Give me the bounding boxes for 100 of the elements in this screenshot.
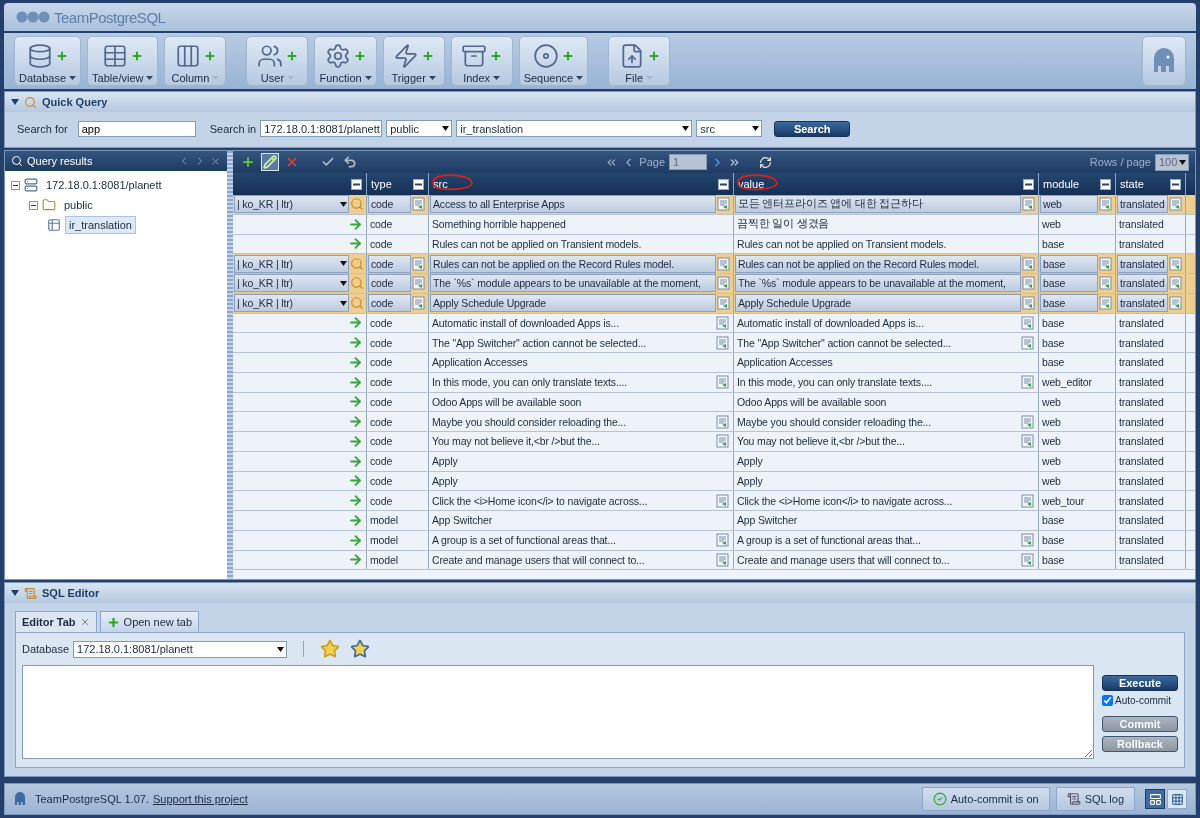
dropdown-arrow-icon[interactable]	[277, 646, 285, 652]
cell-editor[interactable]: Access to all Enterprise Apps	[430, 195, 716, 214]
note-icon[interactable]	[1169, 256, 1183, 271]
note-icon[interactable]	[717, 276, 731, 291]
note-icon[interactable]	[1022, 296, 1036, 311]
dropdown-arrow-icon[interactable]	[340, 261, 347, 267]
select-field[interactable]: src	[696, 120, 763, 137]
note-icon[interactable]	[1099, 197, 1113, 212]
select-field[interactable]: ir_translation	[456, 120, 693, 137]
note-icon[interactable]	[1021, 434, 1035, 449]
note-icon[interactable]	[716, 493, 730, 508]
note-icon[interactable]	[716, 414, 730, 429]
close-icon[interactable]	[210, 155, 221, 167]
edit-row-arrow-icon[interactable]	[348, 315, 363, 331]
cell-editor[interactable]: translated	[1117, 254, 1168, 273]
collapse-icon[interactable]	[11, 180, 20, 190]
collapse-icon[interactable]	[351, 178, 362, 190]
cell-editor[interactable]: web	[1040, 195, 1098, 214]
note-icon[interactable]	[1169, 276, 1183, 291]
search-button[interactable]: Search	[774, 120, 851, 137]
collapse-icon[interactable]	[29, 200, 38, 210]
cell-editor[interactable]: base	[1040, 254, 1098, 273]
dropdown-arrow-icon[interactable]	[442, 126, 450, 131]
note-icon[interactable]	[716, 434, 730, 449]
cell-editor[interactable]: code	[368, 274, 411, 293]
cell-editor[interactable]: Apply Schedule Upgrade	[430, 294, 716, 313]
cell-editor[interactable]: base	[1040, 294, 1098, 313]
note-icon[interactable]	[716, 533, 730, 548]
note-icon[interactable]	[717, 197, 731, 212]
note-icon[interactable]	[412, 256, 426, 271]
toolbar-button[interactable]: File	[608, 36, 671, 86]
sql-log-button[interactable]: SQL log	[1055, 787, 1135, 811]
auto-commit-status[interactable]: Auto-commit is on	[921, 787, 1050, 811]
cell-editor[interactable]: code	[368, 195, 411, 214]
cell-editor[interactable]: translated	[1117, 274, 1168, 293]
dropdown-arrow-icon[interactable]	[340, 280, 347, 286]
star-icon[interactable]	[320, 639, 341, 659]
cell-editor[interactable]: Rules can not be applied on the Record Rules model.	[735, 254, 1021, 273]
cell-editor[interactable]: Rules can not be applied on the Record Rules model.	[430, 254, 716, 273]
database-select[interactable]: 172.18.0.1:8081/planett	[73, 640, 288, 658]
edit-row-arrow-icon[interactable]	[348, 374, 363, 390]
note-icon[interactable]	[717, 256, 731, 271]
locale-select[interactable]: | ko_KR | ltr)	[234, 274, 349, 293]
note-icon[interactable]	[1021, 533, 1035, 548]
note-icon[interactable]	[717, 296, 731, 311]
collapse-arrow-icon[interactable]	[11, 99, 19, 105]
note-icon[interactable]	[1021, 552, 1035, 567]
note-icon[interactable]	[1099, 276, 1113, 291]
note-icon[interactable]	[412, 276, 426, 291]
toolbar-button[interactable]: Sequence	[518, 36, 589, 86]
view-toggle[interactable]	[1145, 789, 1165, 809]
collapse-arrow-icon[interactable]	[11, 590, 19, 596]
view-toggle[interactable]	[1167, 789, 1187, 809]
edit-row-arrow-icon[interactable]	[348, 354, 363, 370]
editor-tab[interactable]: Editor Tab	[15, 611, 97, 632]
note-icon[interactable]	[412, 197, 426, 212]
edit-row-arrow-icon[interactable]	[348, 414, 363, 430]
collapse-icon[interactable]	[718, 178, 729, 190]
dropdown-arrow-icon[interactable]	[1179, 159, 1186, 165]
locale-select[interactable]: | ko_KR | ltr)	[234, 254, 349, 273]
locale-select[interactable]: | ko_KR | ltr)	[234, 195, 349, 214]
note-icon[interactable]	[716, 552, 730, 567]
collapse-icon[interactable]	[1100, 178, 1111, 190]
edit-row-arrow-icon[interactable]	[348, 493, 363, 509]
edit-row-arrow-icon[interactable]	[348, 473, 363, 489]
execute-button[interactable]: Execute	[1102, 675, 1178, 691]
cell-editor[interactable]: The `%s` module appears to be unavailable at the moment,	[430, 274, 716, 293]
note-icon[interactable]	[1169, 197, 1183, 212]
note-icon[interactable]	[1099, 296, 1113, 311]
note-icon[interactable]	[1169, 296, 1183, 311]
dropdown-arrow-icon[interactable]	[340, 201, 347, 207]
locale-select[interactable]: | ko_KR | ltr)	[234, 294, 349, 313]
edit-row-arrow-icon[interactable]	[348, 532, 363, 548]
search-field[interactable]: app	[77, 120, 196, 137]
toolbar-button[interactable]: Index	[450, 36, 513, 86]
note-icon[interactable]	[1022, 197, 1036, 212]
note-icon[interactable]	[1099, 256, 1113, 271]
cell-editor[interactable]: code	[368, 254, 411, 273]
cell-editor[interactable]: 모든 엔터프라이즈 앱에 대한 접근하다	[735, 195, 1021, 214]
note-icon[interactable]	[716, 335, 730, 350]
cell-editor[interactable]: code	[368, 294, 411, 313]
tree-item[interactable]: 172.18.0.1:8081/planett	[42, 176, 166, 194]
note-icon[interactable]	[716, 315, 730, 330]
cell-editor[interactable]: translated	[1117, 294, 1168, 313]
select-field[interactable]: 172.18.0.1:8081/planett	[260, 120, 383, 137]
note-icon[interactable]	[1021, 335, 1035, 350]
toolbar-button[interactable]: Function	[314, 36, 377, 86]
collapse-icon[interactable]	[1170, 178, 1181, 190]
edit-row-arrow-icon[interactable]	[348, 552, 363, 568]
toolbar-button[interactable]: Column	[164, 36, 227, 86]
note-icon[interactable]	[1022, 276, 1036, 291]
toolbar-button[interactable]: Table/view	[87, 36, 159, 86]
auto-commit-checkbox[interactable]	[1102, 695, 1113, 706]
note-icon[interactable]	[412, 296, 426, 311]
edit-row-arrow-icon[interactable]	[348, 216, 363, 232]
star-icon[interactable]	[350, 639, 371, 659]
dropdown-arrow-icon[interactable]	[752, 126, 760, 131]
select-field[interactable]: public	[386, 120, 453, 137]
note-icon[interactable]	[1021, 315, 1035, 330]
cell-editor[interactable]: base	[1040, 274, 1098, 293]
